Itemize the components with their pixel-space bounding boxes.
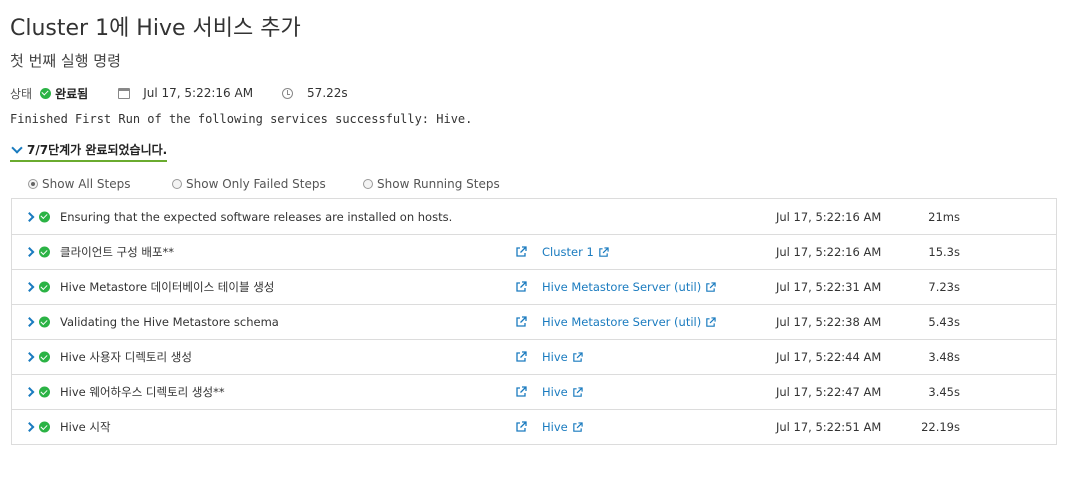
step-duration: 5.43s bbox=[928, 315, 960, 329]
step-link-text[interactable]: Hive Metastore Server (util) bbox=[542, 315, 701, 329]
status-value: 완료됨 bbox=[55, 86, 89, 101]
step-time: Jul 17, 5:22:16 AM bbox=[776, 209, 882, 224]
total-duration: 57.22s bbox=[307, 86, 348, 100]
step-row[interactable]: Hive 웨어하우스 디렉토리 생성** Hive Jul 17, 5:22:4… bbox=[12, 374, 1056, 409]
steps-table: Ensuring that the expected software rele… bbox=[11, 198, 1057, 445]
radio-running-steps[interactable] bbox=[363, 179, 373, 189]
chevron-right-icon[interactable] bbox=[24, 422, 35, 432]
step-link[interactable]: Hive bbox=[542, 350, 583, 364]
step-row[interactable]: Hive 사용자 디렉토리 생성 Hive Jul 17, 5:22:44 AM… bbox=[12, 339, 1056, 374]
step-link[interactable]: Hive bbox=[542, 420, 583, 434]
external-link-icon[interactable] bbox=[515, 281, 527, 293]
step-link-text[interactable]: Hive bbox=[542, 385, 568, 399]
step-description: Hive 사용자 디렉토리 생성 bbox=[60, 350, 192, 364]
step-row[interactable]: 클라이언트 구성 배포** Cluster 1 Jul 17, 5:22:16 … bbox=[12, 234, 1056, 269]
external-link-icon bbox=[599, 246, 609, 257]
step-description: Ensuring that the expected software rele… bbox=[60, 209, 453, 224]
status-line: 상태 완료됨 Jul 17, 5:22:16 AM 57.22s bbox=[10, 85, 348, 101]
result-message: Finished First Run of the following serv… bbox=[10, 112, 473, 126]
check-circle-icon bbox=[39, 316, 50, 328]
calendar-icon bbox=[118, 87, 131, 99]
step-description: 클라이언트 구성 배포** bbox=[60, 245, 175, 259]
external-link-icon bbox=[706, 316, 716, 327]
external-link-icon bbox=[572, 421, 583, 432]
filter-running-steps[interactable]: Show Running Steps bbox=[363, 177, 500, 191]
step-row[interactable]: Hive Metastore 데이터베이스 테이블 생성 Hive Metast… bbox=[12, 269, 1056, 304]
filter-label: Show All Steps bbox=[42, 177, 131, 191]
radio-failed-steps[interactable] bbox=[172, 179, 182, 189]
step-description: Hive Metastore 데이터베이스 테이블 생성 bbox=[60, 280, 275, 294]
step-row[interactable]: Hive 시작 Hive Jul 17, 5:22:51 AM 22.19s bbox=[12, 409, 1056, 444]
chevron-right-icon[interactable] bbox=[24, 387, 35, 397]
external-link-icon bbox=[572, 386, 583, 397]
external-link-icon[interactable] bbox=[515, 351, 527, 363]
check-circle-icon bbox=[39, 211, 50, 222]
external-link-icon[interactable] bbox=[515, 316, 527, 328]
filter-failed-steps[interactable]: Show Only Failed Steps bbox=[172, 177, 326, 191]
steps-toggle[interactable]: 7/7단계가 완료되었습니다. bbox=[10, 141, 168, 162]
external-link-icon[interactable] bbox=[515, 421, 527, 433]
check-circle-icon bbox=[39, 351, 50, 363]
step-duration: 21ms bbox=[928, 209, 960, 224]
step-row[interactable]: Ensuring that the expected software rele… bbox=[12, 199, 1056, 234]
step-duration: 22.19s bbox=[921, 420, 960, 434]
step-link-text[interactable]: Cluster 1 bbox=[542, 245, 594, 259]
chevron-right-icon[interactable] bbox=[24, 282, 35, 292]
step-duration: 7.23s bbox=[928, 280, 960, 294]
start-date: Jul 17, 5:22:16 AM bbox=[143, 86, 254, 100]
step-row[interactable]: Validating the Hive Metastore schema Hiv… bbox=[12, 304, 1056, 339]
external-link-icon[interactable] bbox=[515, 246, 527, 258]
command-subtitle: 첫 번째 실행 명령 bbox=[10, 52, 121, 70]
step-description: Validating the Hive Metastore schema bbox=[60, 315, 279, 329]
check-circle-icon bbox=[39, 421, 50, 433]
step-description: Hive 시작 bbox=[60, 420, 111, 434]
filter-label: Show Running Steps bbox=[377, 177, 500, 191]
filter-all-steps[interactable]: Show All Steps bbox=[28, 177, 130, 191]
step-duration: 3.45s bbox=[928, 385, 960, 399]
chevron-right-icon[interactable] bbox=[24, 247, 35, 257]
step-duration: 15.3s bbox=[928, 245, 960, 259]
step-description: Hive 웨어하우스 디렉토리 생성** bbox=[60, 385, 225, 399]
status-label: 상태 bbox=[10, 86, 33, 101]
check-circle-icon bbox=[39, 246, 50, 258]
steps-summary: 7/7단계가 완료되었습니다. bbox=[27, 143, 168, 157]
step-time: Jul 17, 5:22:44 AM bbox=[776, 350, 882, 364]
step-link[interactable]: Cluster 1 bbox=[542, 245, 609, 259]
step-link[interactable]: Hive bbox=[542, 385, 583, 399]
external-link-icon bbox=[706, 281, 716, 292]
step-link-text[interactable]: Hive bbox=[542, 350, 568, 364]
step-time: Jul 17, 5:22:38 AM bbox=[776, 315, 882, 329]
check-circle-icon bbox=[40, 87, 52, 99]
check-circle-icon bbox=[39, 386, 50, 398]
chevron-right-icon[interactable] bbox=[24, 211, 35, 222]
chevron-right-icon[interactable] bbox=[24, 352, 35, 362]
filter-label: Show Only Failed Steps bbox=[186, 177, 326, 191]
step-time: Jul 17, 5:22:51 AM bbox=[776, 420, 882, 434]
step-link[interactable]: Hive Metastore Server (util) bbox=[542, 315, 716, 329]
page-title: Cluster 1에 Hive 서비스 추가 bbox=[10, 16, 301, 41]
clock-icon bbox=[282, 87, 294, 99]
step-duration: 3.48s bbox=[928, 350, 960, 364]
step-link-text[interactable]: Hive Metastore Server (util) bbox=[542, 280, 701, 294]
step-link[interactable]: Hive Metastore Server (util) bbox=[542, 280, 716, 294]
chevron-right-icon[interactable] bbox=[24, 317, 35, 327]
step-time: Jul 17, 5:22:31 AM bbox=[776, 280, 882, 294]
chevron-down-icon bbox=[11, 141, 23, 154]
step-link-text[interactable]: Hive bbox=[542, 420, 568, 434]
step-time: Jul 17, 5:22:16 AM bbox=[776, 245, 882, 259]
external-link-icon bbox=[572, 351, 583, 362]
radio-all-steps[interactable] bbox=[28, 179, 38, 189]
external-link-icon[interactable] bbox=[515, 386, 527, 398]
check-circle-icon bbox=[39, 281, 50, 293]
step-time: Jul 17, 5:22:47 AM bbox=[776, 385, 882, 399]
